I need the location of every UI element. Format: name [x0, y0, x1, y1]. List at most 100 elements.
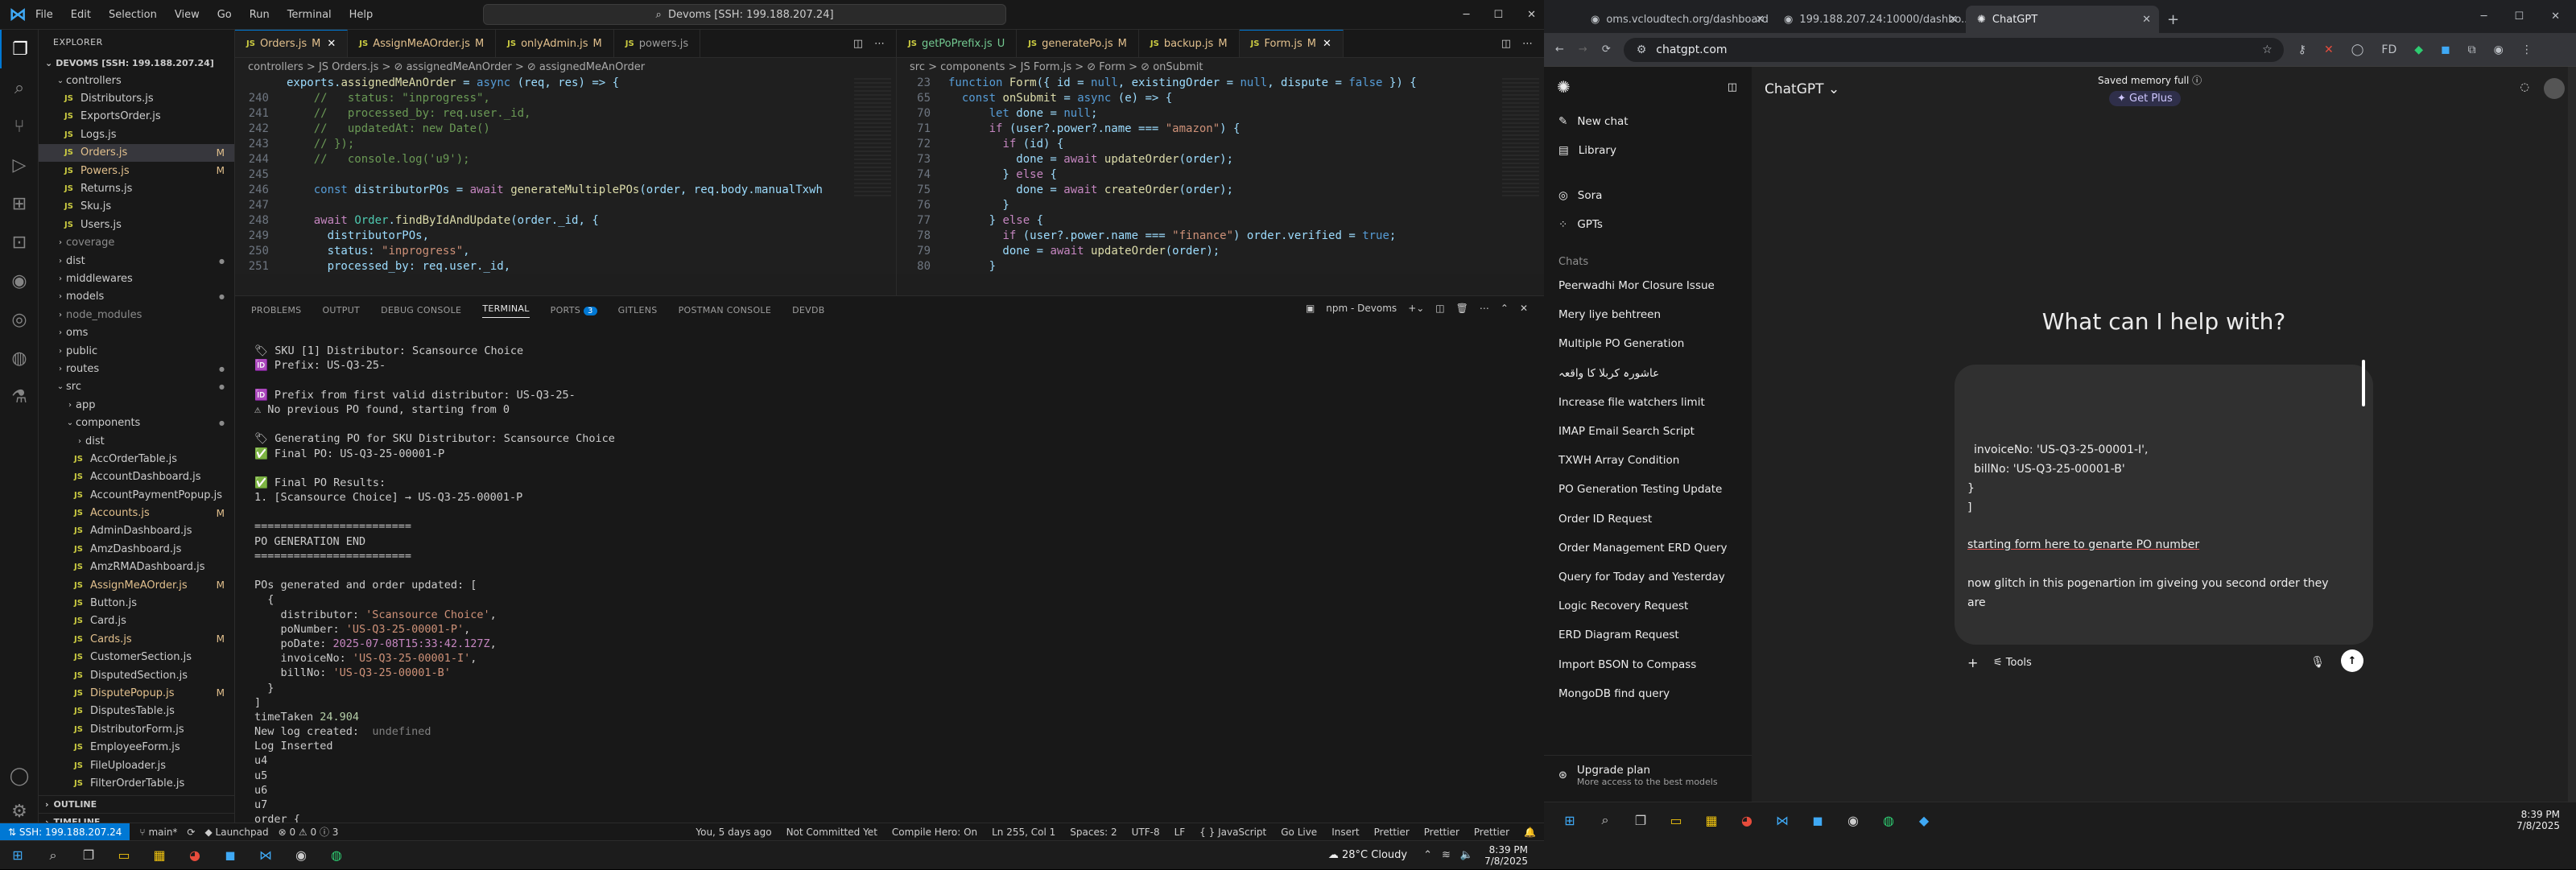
back-icon[interactable]: ← — [1555, 43, 1564, 56]
run-debug-icon[interactable]: ▷ — [0, 146, 39, 184]
nav-new-chat[interactable]: ✎ New chat — [1544, 107, 1752, 136]
nav-library[interactable]: ▤ Library — [1544, 136, 1752, 165]
volume-icon[interactable]: 🔈 — [1460, 849, 1473, 861]
file-item[interactable]: JS Cards.js M — [39, 630, 234, 648]
menu-run[interactable]: Run — [250, 9, 270, 21]
file-item[interactable]: JS Distributors.js — [39, 89, 234, 107]
chat-history-item[interactable]: Import BSON to Compass — [1544, 649, 1752, 678]
openai-logo-icon[interactable]: ✺ — [1557, 77, 1571, 97]
chat-history-item[interactable]: TXWH Array Condition — [1544, 446, 1752, 475]
task-view-icon[interactable]: ❐ — [71, 841, 106, 870]
windows-start-icon[interactable]: ⊞ — [0, 841, 35, 870]
right-code-editor[interactable]: 23 function Form({ id = null, existingOrd… — [897, 76, 1544, 274]
chat-history-item[interactable]: Increase file watchers limit — [1544, 388, 1752, 417]
bell-icon[interactable]: 🔔 — [1524, 827, 1536, 838]
extension-icon[interactable]: ⚷ — [2298, 43, 2306, 56]
chat-history-item[interactable]: Logic Recovery Request — [1544, 592, 1752, 621]
panel-tab-problems[interactable]: PROBLEMS — [251, 305, 301, 315]
chat-history-item[interactable]: Order Management ERD Query — [1544, 534, 1752, 563]
editor-tab[interactable]: JS onlyAdmin.js M — [496, 30, 614, 57]
address-bar[interactable]: ⚙ chatgpt.com ☆ — [1623, 37, 2284, 62]
gitlens-icon[interactable]: ◉ — [0, 262, 39, 300]
chrome-taskbar-icon[interactable]: ◕ — [1729, 806, 1765, 835]
folder-item[interactable]: › routes ● — [39, 360, 234, 377]
editor-tab[interactable]: JS getPoPrefix.js U — [897, 30, 1018, 57]
store-icon[interactable]: ▦ — [1694, 806, 1729, 835]
prompt-scrollbar[interactable] — [2362, 360, 2365, 406]
menu-file[interactable]: File — [35, 9, 53, 21]
bookmark-star-icon[interactable]: ☆ — [2262, 43, 2273, 56]
go-live-button[interactable]: Go Live — [1281, 827, 1317, 838]
chat-history-item[interactable]: Query for Today and Yesterday — [1544, 563, 1752, 592]
panel-tab-postman-console[interactable]: POSTMAN CONSOLE — [679, 305, 772, 315]
app-taskbar-icon[interactable]: ◉ — [283, 841, 319, 870]
file-item[interactable]: JS AssignMeAOrder.js M — [39, 576, 234, 594]
line-endings[interactable]: LF — [1174, 827, 1186, 838]
search-icon[interactable]: ⌕ — [0, 68, 39, 107]
file-item[interactable]: JS Logs.js — [39, 126, 234, 143]
close-tab-icon[interactable]: ✕ — [327, 38, 336, 50]
prettier-status-3[interactable]: Prettier — [1474, 827, 1509, 838]
account-icon[interactable]: ◯ — [0, 757, 39, 795]
chrome-menu-icon[interactable]: ⋮ — [2521, 43, 2533, 56]
send-button[interactable]: ↑ — [2341, 649, 2363, 672]
new-tab-icon[interactable]: + — [2167, 6, 2179, 33]
branch-indicator[interactable]: ⑂ main* — [139, 827, 177, 838]
temporary-chat-icon[interactable]: ◌ — [2520, 81, 2529, 93]
chat-history-item[interactable]: Order ID Request — [1544, 505, 1752, 534]
new-terminal-icon[interactable]: +⌄ — [1408, 303, 1424, 314]
file-item[interactable]: JS Accounts.js M — [39, 504, 234, 522]
file-item[interactable]: JS Users.js — [39, 216, 234, 233]
indentation[interactable]: Spaces: 2 — [1070, 827, 1117, 838]
chat-history-item[interactable]: Peerwadhi Mor Closure Issue — [1544, 271, 1752, 300]
upgrade-plan-button[interactable]: ⊛ Upgrade plan More access to the best m… — [1544, 755, 1752, 795]
panel-tab-debug-console[interactable]: DEBUG CONSOLE — [381, 305, 461, 315]
main-scrollbar[interactable] — [2568, 67, 2576, 802]
close-panel-icon[interactable]: ✕ — [1520, 303, 1528, 314]
browser-tab[interactable]: ◉ 199.188.207.24:10000/dashbo... ✕ — [1773, 6, 1966, 33]
extension-icon[interactable]: ◯ — [2351, 43, 2364, 56]
source-control-icon[interactable]: ⑂ — [0, 107, 39, 146]
menu-selection[interactable]: Selection — [109, 9, 157, 21]
trash-icon[interactable]: 🗑 — [1456, 303, 1468, 314]
browser-tab[interactable]: ◉ oms.vcloudtech.org/dashboard ✕ — [1579, 6, 1773, 33]
tray-chevron-icon[interactable]: ⌃ — [1423, 849, 1432, 861]
folder-item[interactable]: › public — [39, 342, 234, 360]
vscode-taskbar-icon[interactable]: ⋈ — [248, 841, 283, 870]
menu-go[interactable]: Go — [217, 9, 232, 21]
prettier-status-2[interactable]: Prettier — [1424, 827, 1459, 838]
menu-view[interactable]: View — [175, 9, 200, 21]
extensions-puzzle-icon[interactable]: ⧉ — [2468, 43, 2476, 56]
terminal-name[interactable]: npm - Devoms — [1326, 303, 1397, 314]
chat-history-item[interactable]: عاشورہ کربلا کا واقعہ — [1544, 359, 1752, 388]
taskbar-search-icon[interactable]: ⌕ — [1587, 806, 1623, 835]
panel-tab-terminal[interactable]: TERMINAL — [482, 303, 530, 318]
file-item[interactable]: JS Sku.js — [39, 198, 234, 216]
chat-history-item[interactable]: MongoDB find query — [1544, 679, 1752, 708]
nav-gpts[interactable]: ⁘ GPTs — [1544, 210, 1752, 239]
file-item[interactable]: JS AccountDashboard.js — [39, 468, 234, 486]
menu-edit[interactable]: Edit — [71, 9, 91, 21]
close-icon[interactable]: ✕ — [2551, 10, 2560, 23]
forward-icon[interactable]: → — [1579, 43, 1587, 56]
left-code-editor[interactable]: exports.assignedMeAnOrder = async (req, … — [235, 76, 896, 274]
tools-button[interactable]: ⚟ Tools — [1993, 657, 2032, 669]
extension-icon[interactable]: FD — [2381, 43, 2396, 56]
app-taskbar-icon[interactable]: ◉ — [1835, 806, 1871, 835]
prettier-status[interactable]: Prettier — [1374, 827, 1410, 838]
menu-help[interactable]: Help — [349, 9, 374, 21]
chat-history-item[interactable]: PO Generation Testing Update — [1544, 475, 1752, 504]
outline-section[interactable]: › OUTLINE — [39, 795, 234, 813]
file-item[interactable]: JS Powers.js M — [39, 162, 234, 179]
chrome-taskbar-icon[interactable]: ◕ — [177, 841, 213, 870]
explorer-icon[interactable]: ❐ — [0, 30, 39, 68]
weather-widget[interactable]: ☁ 28°C Cloudy — [1328, 849, 1407, 861]
toggle-sidebar-icon[interactable]: ◫ — [1728, 81, 1737, 93]
folder-item[interactable]: › oms — [39, 324, 234, 341]
extensions-icon[interactable]: ⊞ — [0, 184, 39, 223]
file-item[interactable]: JS AmzDashboard.js — [39, 540, 234, 558]
maximize-icon[interactable]: ☐ — [2514, 10, 2524, 23]
editor-tab[interactable]: JS AssignMeAOrder.js M — [348, 30, 497, 57]
launchpad-button[interactable]: ◆ Launchpad — [204, 827, 268, 838]
file-item[interactable]: JS DisputesTable.js — [39, 703, 234, 720]
